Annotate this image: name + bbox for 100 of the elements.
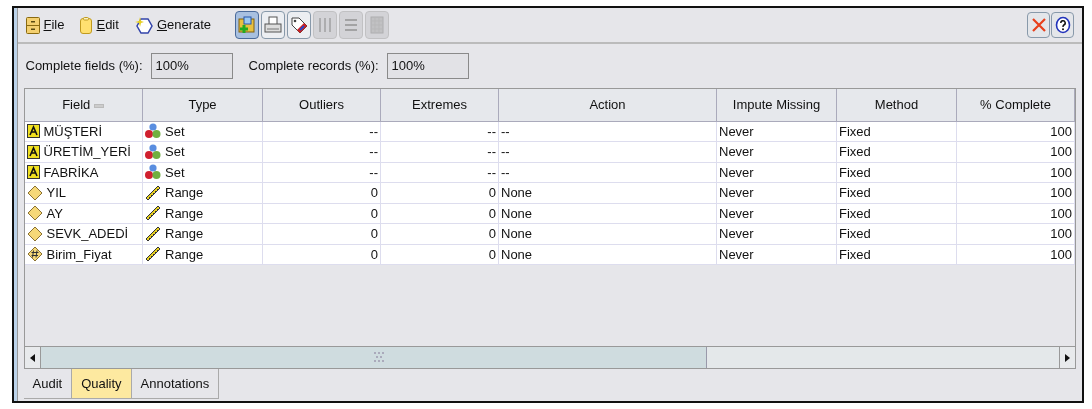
left-arrow-icon	[29, 353, 35, 362]
table-cell-text: --	[368, 143, 378, 161]
three-balls-icon	[145, 164, 161, 181]
column-header[interactable]: Type	[142, 89, 263, 121]
printer-icon	[264, 16, 283, 34]
column-header[interactable]: Method	[836, 89, 957, 121]
field-label: Complete fields (%):	[25, 57, 143, 76]
table-cell-text: Range	[165, 245, 204, 264]
table-cell-text: SEVK_ADEDİ	[46, 225, 129, 243]
table-cell-text: Never	[719, 122, 755, 141]
columns-icon	[317, 16, 334, 34]
table-cell-text: Fixed	[839, 122, 872, 141]
ruler-icon	[145, 184, 161, 201]
close-icon	[1030, 17, 1047, 33]
menu-item[interactable]: Edit	[80, 15, 119, 35]
table-cell-text: Never	[719, 245, 755, 264]
table-cell-text: Fixed	[839, 225, 872, 243]
scroll-right-button[interactable]	[1059, 347, 1075, 368]
table-cell-text: None	[501, 225, 534, 243]
table-cell-text: 100	[1049, 122, 1072, 141]
clipboard-icon	[80, 16, 93, 34]
rows-icon	[343, 16, 360, 34]
right-arrow-icon	[1065, 353, 1070, 362]
menu-item[interactable]: Generate	[134, 15, 212, 35]
letter-a-icon	[26, 144, 40, 159]
value-field: 100%	[150, 53, 233, 79]
scrollbar-thumb[interactable]	[40, 347, 707, 368]
table-cell-text: Fixed	[839, 143, 872, 161]
table-cell-text: --	[486, 122, 496, 141]
table-cell-text: Birim_Fiyat	[46, 245, 112, 264]
table-icon	[369, 16, 386, 34]
folder-plus-icon	[238, 16, 257, 34]
help-icon	[1054, 16, 1071, 34]
three-balls-icon	[145, 123, 161, 140]
table-cell-text: Never	[719, 163, 755, 182]
grip-icon	[373, 351, 386, 364]
table-cell-text: 0	[487, 245, 496, 264]
letter-a-icon	[26, 165, 40, 180]
table-cell-text: 100	[1049, 184, 1072, 202]
table-cell-text: 0	[369, 204, 378, 223]
table-cell-text: Set	[165, 122, 185, 141]
table-cell-text: Range	[165, 184, 204, 202]
table-cell-text: --	[501, 122, 511, 141]
tag-icon	[290, 16, 309, 34]
help-button[interactable]	[1051, 12, 1074, 38]
table-cell-text: 100	[1049, 163, 1072, 182]
table-cell-text: Set	[165, 163, 185, 182]
column-header[interactable]: Field	[24, 89, 143, 121]
table-cell-text: AY	[46, 204, 63, 223]
scroll-left-button[interactable]	[24, 347, 41, 368]
table-cell-text: Range	[165, 204, 204, 223]
table-cell-text: 0	[369, 184, 378, 202]
table-cell-text: --	[368, 122, 378, 141]
table-cell-text: Fixed	[839, 184, 872, 202]
table-cell-text: 0	[487, 225, 496, 243]
toolbar-button[interactable]	[287, 11, 312, 39]
column-header[interactable]: Impute Missing	[716, 89, 837, 121]
table-cell-text: Fixed	[839, 204, 872, 223]
table-cell-text: --	[486, 163, 496, 182]
three-balls-icon	[145, 143, 161, 160]
table-cell-text: Fixed	[839, 163, 872, 182]
value-field: 100%	[386, 53, 469, 79]
tab[interactable]: Quality	[72, 369, 132, 399]
field-label: Complete records (%):	[248, 57, 379, 76]
column-header[interactable]: Outliers	[262, 89, 381, 121]
table-cell-text: MÜŞTERİ	[43, 122, 102, 141]
table-cell-text: --	[501, 143, 511, 161]
menu-item[interactable]: File	[25, 15, 65, 35]
tab[interactable]: Audit	[23, 369, 73, 399]
table-cell-text: 100	[1049, 204, 1072, 223]
table-cell-text: 0	[487, 204, 496, 223]
table-cell-text: Never	[719, 143, 755, 161]
hexagon-sparkle-icon	[134, 16, 153, 34]
diamond-hash-icon	[26, 246, 43, 263]
table-cell-text: --	[486, 143, 496, 161]
tab[interactable]: Annotations	[131, 369, 220, 399]
table-cell-text: Never	[719, 184, 755, 202]
toolbar-button[interactable]	[235, 11, 260, 39]
table-cell-text: 100	[1049, 143, 1072, 161]
table-cell-text: --	[501, 163, 511, 182]
table-cell-text: ÜRETİM_YERİ	[43, 143, 131, 161]
table-cell-text: FABRİKA	[43, 163, 99, 182]
table-cell-text: Fixed	[839, 245, 872, 264]
table-cell-text: 0	[369, 245, 378, 264]
ruler-icon	[145, 225, 161, 242]
column-header[interactable]: Extremes	[380, 89, 499, 121]
ruler-icon	[145, 246, 161, 263]
table-cell-text: Never	[719, 225, 755, 243]
cabinet-icon	[25, 16, 40, 34]
table-cell-text: None	[501, 184, 534, 202]
table-cell-text: 100	[1049, 245, 1072, 264]
column-header[interactable]: % Complete	[956, 89, 1075, 121]
table-cell-text: 0	[369, 225, 378, 243]
letter-a-icon	[26, 124, 40, 139]
table-cell-text: YIL	[46, 184, 66, 202]
table-cell-text: None	[501, 204, 534, 223]
column-header[interactable]: Action	[498, 89, 717, 121]
table-cell-text: --	[368, 163, 378, 182]
table-cell-text: None	[501, 245, 534, 264]
ruler-icon	[145, 205, 161, 222]
